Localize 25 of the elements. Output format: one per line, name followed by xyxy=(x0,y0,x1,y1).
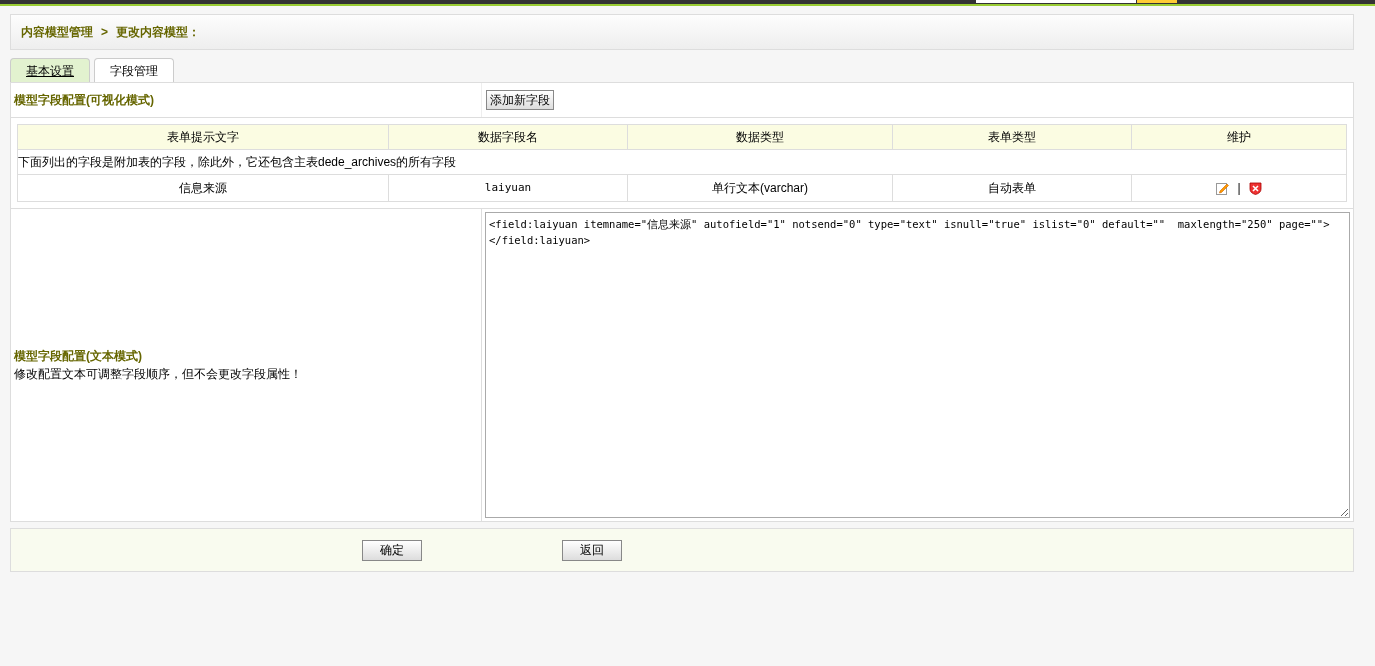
table-note: 下面列出的字段是附加表的字段，除此外，它还包含主表dede_archives的所有字段 xyxy=(18,154,457,171)
delete-icon[interactable] xyxy=(1248,181,1262,195)
table-cell: 单行文本(varchar) xyxy=(628,175,893,201)
breadcrumb-link[interactable]: 内容模型管理 xyxy=(21,23,93,41)
column-header: 数据字段名 xyxy=(389,125,628,149)
breadcrumb-current: 更改内容模型： xyxy=(116,24,200,41)
column-header: 维护 xyxy=(1226,129,1252,146)
column-header: 表单提示文字 xyxy=(18,125,389,149)
back-button[interactable]: 返回 xyxy=(562,539,622,561)
breadcrumb-separator: > xyxy=(101,24,108,41)
edit-icon[interactable] xyxy=(1216,181,1230,195)
confirm-button[interactable]: 确定 xyxy=(362,539,422,561)
section-description: 修改配置文本可调整字段顺序，但不会更改字段属性！ xyxy=(14,366,303,383)
section-title: 模型字段配置(可视化模式) xyxy=(14,92,154,109)
tab[interactable]: 字段管理 xyxy=(94,58,174,82)
section-title: 模型字段配置(文本模式) xyxy=(14,348,143,365)
add-field-button[interactable]: 添加新字段 xyxy=(486,90,554,110)
column-header: 数据类型 xyxy=(628,125,893,149)
action-separator: | xyxy=(1237,180,1241,197)
table-cell: 自动表单 xyxy=(893,175,1132,201)
table-cell: laiyuan xyxy=(389,175,628,201)
config-textarea[interactable]: <field:laiyuan itemname="信息来源" autofield="1" notsend="0" type="text" isnull="true" islist="0" default="" maxlength="250" page=""> </field:laiyuan> xyxy=(485,212,1350,518)
column-header: 表单类型 xyxy=(893,125,1132,149)
tab[interactable]: 基本设置 xyxy=(10,58,90,82)
table-cell: 信息来源 xyxy=(18,175,389,201)
